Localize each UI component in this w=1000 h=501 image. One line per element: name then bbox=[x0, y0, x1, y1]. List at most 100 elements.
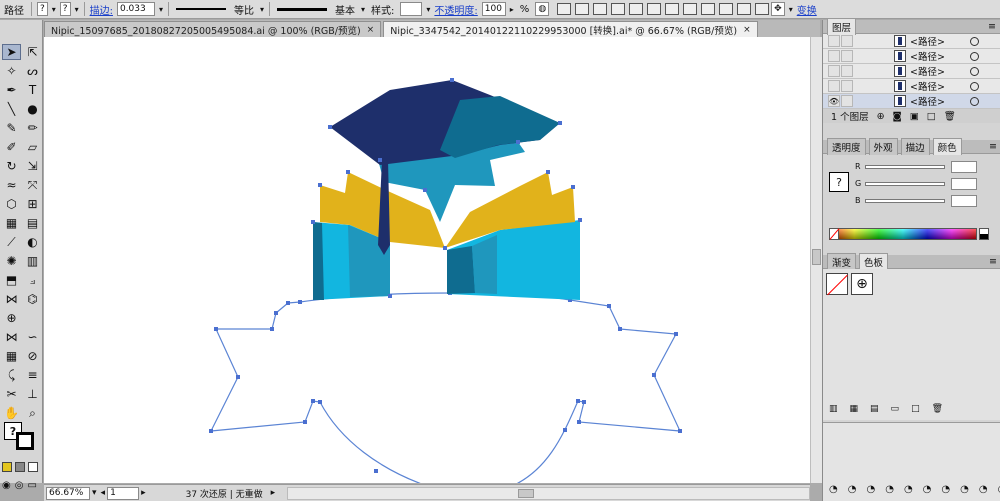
hand-icon[interactable]: ✋ bbox=[2, 405, 21, 421]
magic-wand-icon[interactable]: ✧ bbox=[2, 63, 21, 79]
layer-name[interactable]: <路径> bbox=[910, 34, 966, 48]
align-top-icon[interactable] bbox=[611, 3, 626, 15]
distribute-center-icon[interactable] bbox=[737, 3, 752, 15]
tab-stroke[interactable]: 描边 bbox=[900, 138, 930, 155]
slider-track[interactable] bbox=[864, 198, 945, 203]
slice-icon[interactable]: ⟓ bbox=[23, 272, 42, 288]
draw-normal-icon[interactable]: ◉ bbox=[2, 480, 11, 491]
visibility-toggle[interactable] bbox=[828, 35, 840, 47]
none-swatch[interactable] bbox=[826, 273, 848, 295]
swatch-libraries-icon[interactable]: ▥ bbox=[829, 404, 838, 414]
banner-outline-path[interactable] bbox=[209, 292, 681, 483]
lock-toggle[interactable] bbox=[841, 80, 853, 92]
scissors-icon[interactable]: ✂ bbox=[2, 386, 21, 402]
layer-name[interactable]: <路径> bbox=[910, 64, 966, 78]
twirl-icon[interactable]: ∽ bbox=[23, 329, 42, 345]
gradient-icon[interactable]: ▤ bbox=[23, 215, 42, 231]
brush-definition-sample[interactable] bbox=[277, 7, 327, 11]
line-icon[interactable]: ╲ bbox=[2, 101, 21, 117]
lock-toggle[interactable] bbox=[841, 65, 853, 77]
column-graph-icon[interactable]: ▦ bbox=[2, 348, 21, 364]
channel-value-input[interactable] bbox=[950, 160, 977, 173]
artwork[interactable] bbox=[44, 37, 810, 483]
registration-swatch-icon[interactable]: ⊕ bbox=[851, 273, 873, 295]
new-sublayer-icon[interactable]: ▣ bbox=[910, 111, 919, 122]
lasso-icon[interactable]: ᔕ bbox=[23, 63, 42, 79]
graphic-style-dropdown[interactable] bbox=[400, 2, 423, 16]
brush-label[interactable]: 基本 bbox=[331, 2, 359, 17]
fill-dropdown[interactable]: ? bbox=[37, 2, 48, 16]
artboard-icon[interactable]: ⬒ bbox=[2, 272, 21, 288]
distribute-right-icon[interactable] bbox=[755, 3, 770, 15]
delete-layer-icon[interactable]: 🗑 bbox=[944, 111, 956, 122]
chevron-right-icon[interactable]: ▸ bbox=[510, 5, 514, 14]
scrollbar-thumb[interactable] bbox=[518, 488, 535, 498]
zoom-level-field[interactable]: 66.67% bbox=[46, 486, 90, 500]
tab-label[interactable]: Nipic_15097685_20180827205005495084.ai @… bbox=[51, 23, 361, 37]
direct-selection-tool-icon[interactable]: ⇱ bbox=[23, 44, 42, 60]
g-slider[interactable]: G bbox=[855, 175, 997, 192]
chevron-down-icon[interactable]: ▾ bbox=[361, 5, 365, 14]
swatch-options-icon[interactable]: ▤ bbox=[870, 404, 879, 414]
bloat-icon[interactable]: ⋈ bbox=[2, 329, 21, 345]
previous-artboard-icon[interactable]: ◂ bbox=[101, 488, 106, 498]
layer-name[interactable]: <路径> bbox=[910, 49, 966, 63]
pencil-icon[interactable]: ✏ bbox=[23, 120, 42, 136]
color-spectrum-bar[interactable] bbox=[829, 228, 977, 240]
transform-reference-icon[interactable]: ✥ bbox=[771, 2, 785, 16]
lock-toggle[interactable] bbox=[841, 50, 853, 62]
scale-icon[interactable]: ⇲ bbox=[23, 158, 42, 174]
anchor-points[interactable] bbox=[209, 291, 682, 473]
chevron-down-icon[interactable]: ▾ bbox=[52, 5, 56, 14]
tab-document-1[interactable]: Nipic_15097685_20180827205005495084.ai @… bbox=[44, 21, 382, 37]
width-tool-icon[interactable]: ⋈ bbox=[2, 291, 21, 307]
blend-icon[interactable]: ◐ bbox=[23, 234, 42, 250]
align-bottom-icon[interactable] bbox=[647, 3, 662, 15]
reflect-icon[interactable]: ≡ bbox=[23, 367, 42, 383]
rotate-icon[interactable]: ↻ bbox=[2, 158, 21, 174]
eraser-icon[interactable]: ▱ bbox=[23, 139, 42, 155]
selection-tool-icon[interactable]: ➤ bbox=[2, 44, 21, 60]
chevron-down-icon[interactable]: ▾ bbox=[789, 5, 793, 14]
none-color-swatch[interactable] bbox=[829, 228, 839, 240]
slider-track[interactable] bbox=[864, 164, 945, 169]
distribute-top-icon[interactable] bbox=[665, 3, 680, 15]
crosshair-icon[interactable]: ⊕ bbox=[2, 310, 21, 326]
black-white-swatch[interactable] bbox=[979, 228, 989, 240]
new-color-group-icon[interactable]: ▭ bbox=[891, 404, 900, 414]
graphic-style-icon[interactable]: ◔ bbox=[848, 484, 857, 495]
channel-value-input[interactable] bbox=[951, 177, 978, 190]
distribute-middle-icon[interactable] bbox=[683, 3, 698, 15]
show-swatch-kinds-icon[interactable]: ▦ bbox=[850, 404, 859, 414]
new-layer-icon[interactable]: □ bbox=[927, 111, 936, 122]
layer-row[interactable]: <路径> bbox=[823, 49, 1000, 64]
slider-track[interactable] bbox=[865, 181, 946, 186]
graphic-style-icon[interactable]: ◔ bbox=[979, 484, 988, 495]
tab-document-2[interactable]: Nipic_3347542_20140122110229953000 [转换].… bbox=[383, 21, 758, 37]
tab-swatches[interactable]: 色板 bbox=[859, 253, 889, 270]
status-menu-icon[interactable]: ▸ bbox=[271, 488, 276, 498]
panel-menu-icon[interactable]: ≡ bbox=[988, 21, 996, 32]
layer-row-selected[interactable]: 👁 <路径> bbox=[823, 94, 1000, 109]
visibility-toggle[interactable] bbox=[828, 50, 840, 62]
free-transform-icon[interactable]: ⤧ bbox=[23, 177, 42, 193]
fill-stroke-indicator[interactable]: ? bbox=[829, 172, 849, 192]
recolor-artwork-icon[interactable]: ◍ bbox=[535, 2, 550, 16]
graphic-style-icon[interactable]: ◔ bbox=[866, 484, 875, 495]
layers-panel-tab[interactable]: 图层 bbox=[827, 18, 857, 35]
lock-toggle[interactable] bbox=[841, 35, 853, 47]
mesh-icon[interactable]: ▦ bbox=[2, 215, 21, 231]
target-circle-icon[interactable] bbox=[970, 51, 979, 61]
graphic-style-icon[interactable]: ◔ bbox=[904, 484, 913, 495]
measure-icon[interactable]: ⊥ bbox=[23, 386, 42, 402]
close-icon[interactable]: × bbox=[743, 25, 751, 35]
layer-row[interactable]: <路径> bbox=[823, 64, 1000, 79]
stroke-link[interactable]: 描边: bbox=[88, 2, 115, 17]
tab-gradient[interactable]: 渐变 bbox=[827, 253, 857, 270]
tassel[interactable] bbox=[378, 160, 390, 255]
chevron-down-icon[interactable]: ▾ bbox=[75, 5, 79, 14]
graphic-style-icon[interactable]: ◔ bbox=[829, 484, 838, 495]
layer-name[interactable]: <路径> bbox=[910, 79, 966, 93]
b-slider[interactable]: B bbox=[855, 192, 997, 209]
new-swatch-icon[interactable]: □ bbox=[911, 404, 920, 414]
